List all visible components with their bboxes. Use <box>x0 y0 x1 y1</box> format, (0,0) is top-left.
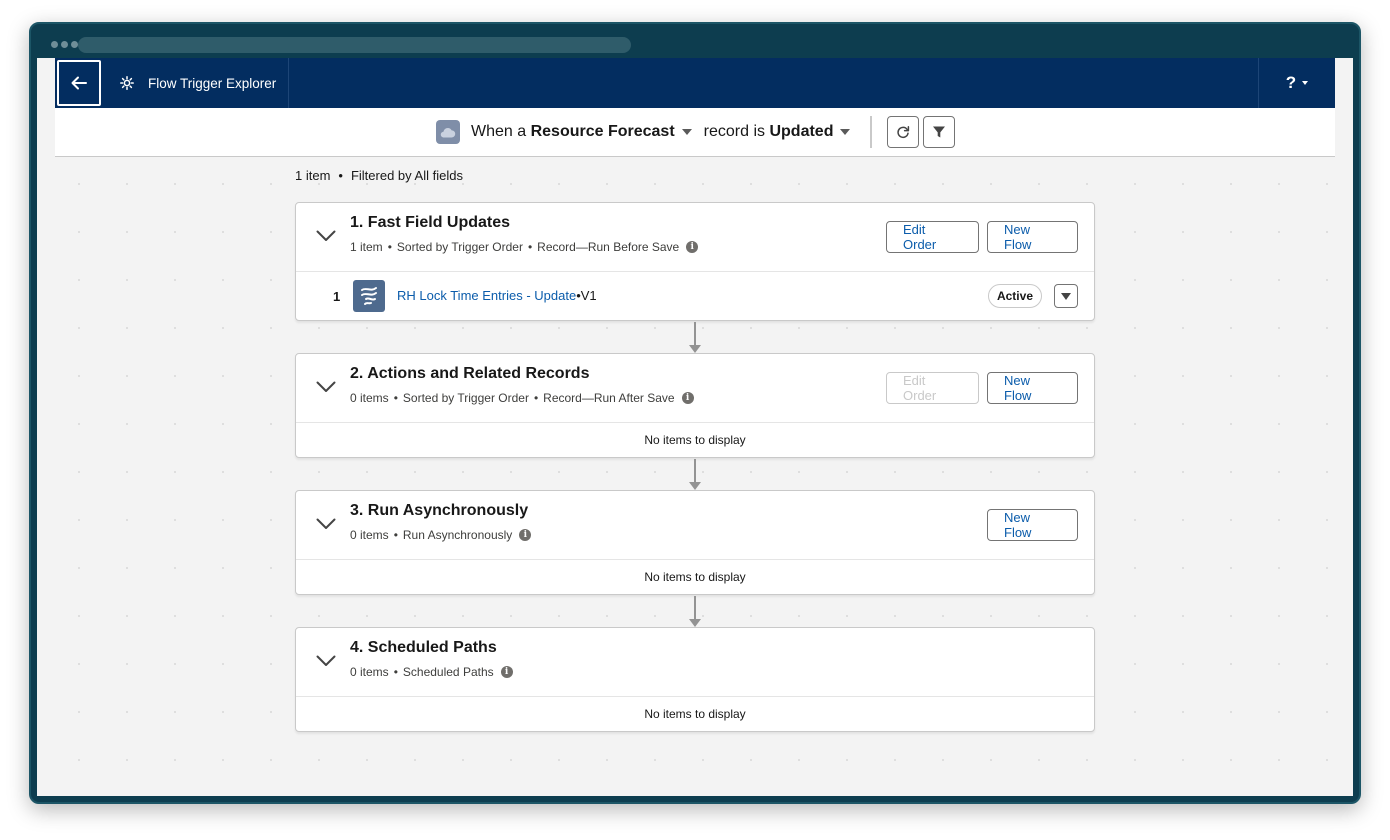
trigger-bar: When a Resource Forecast record is Updat… <box>55 108 1335 157</box>
info-icon[interactable]: i <box>519 529 532 541</box>
section-body: No items to display <box>296 559 1094 594</box>
trigger-prefix: When a <box>471 123 527 140</box>
empty-message: No items to display <box>644 433 746 447</box>
address-bar[interactable] <box>78 37 631 53</box>
section-fast-field-updates: 1. Fast Field Updates 1 item • Sorted by … <box>295 202 1095 321</box>
section-header: 4. Scheduled Paths 0 items • Scheduled Pa… <box>296 628 1094 696</box>
section-meta: 0 items • Scheduled Paths i <box>350 665 513 679</box>
section-body: No items to display <box>296 696 1094 731</box>
section-header: 3. Run Asynchronously 0 items • Run Async… <box>296 491 1094 559</box>
section-body: No items to display <box>296 422 1094 457</box>
event-dropdown-icon[interactable] <box>840 129 851 135</box>
new-flow-button[interactable]: New Flow <box>987 221 1078 253</box>
connector-line <box>694 596 696 620</box>
section-meta: 0 items • Run Asynchronously i <box>350 528 532 542</box>
connector-line <box>694 459 696 483</box>
section-title: 3. Run Asynchronously <box>350 502 529 519</box>
chevron-down-icon[interactable] <box>316 518 336 530</box>
toolbar-divider <box>870 116 872 148</box>
help-icon: ? <box>1285 73 1297 92</box>
app-screen: Flow Trigger Explorer ? When a Resource … <box>37 58 1353 796</box>
filter-status: Filtered by All fields <box>350 168 463 183</box>
section-meta: 1 item • Sorted by Trigger Order • Record—… <box>350 240 699 254</box>
cloud-icon <box>436 120 460 144</box>
results-summary: 1 item • Filtered by All fields <box>295 168 463 183</box>
flow-name: RH Lock Time Entries - Update•V1 <box>397 288 597 303</box>
flow-link[interactable]: RH Lock Time Entries - Update <box>397 288 576 303</box>
status-badge: Active <box>987 284 1042 308</box>
object-selector[interactable]: Resource Forecast <box>531 123 675 141</box>
caret-down-icon <box>1302 81 1309 85</box>
section-run-async: 3. Run Asynchronously 0 items • Run Async… <box>295 490 1095 595</box>
top-nav: Flow Trigger Explorer ? <box>55 58 1335 108</box>
row-index: 1 <box>333 289 341 304</box>
arrow-left-icon <box>71 76 87 90</box>
app-title-area: Flow Trigger Explorer <box>103 58 289 108</box>
info-icon[interactable]: i <box>500 666 513 678</box>
new-flow-button[interactable]: New Flow <box>987 509 1078 541</box>
refresh-icon <box>897 126 910 139</box>
section-header: 1. Fast Field Updates 1 item • Sorted by … <box>296 203 1094 271</box>
object-dropdown-icon[interactable] <box>681 129 692 135</box>
section-title: 2. Actions and Related Records <box>350 365 590 382</box>
info-icon[interactable]: i <box>686 241 699 253</box>
new-flow-button[interactable]: New Flow <box>987 372 1078 404</box>
chevron-down-icon[interactable] <box>316 230 336 242</box>
refresh-button[interactable] <box>887 116 919 148</box>
flow-icon <box>353 280 385 312</box>
section-title: 1. Fast Field Updates <box>350 214 511 231</box>
event-selector[interactable]: Updated <box>769 123 833 141</box>
app-title: Flow Trigger Explorer <box>148 75 277 91</box>
section-title: 4. Scheduled Paths <box>350 639 497 656</box>
section-actions-related: 2. Actions and Related Records 0 items • … <box>295 353 1095 458</box>
gear-icon <box>120 76 134 90</box>
filter-icon <box>933 126 945 138</box>
trigger-middle: record is <box>703 123 766 140</box>
browser-chrome <box>31 24 1359 60</box>
section-meta: 0 items • Sorted by Trigger Order • Record… <box>350 391 694 405</box>
connector-arrow-icon <box>689 345 701 353</box>
help-menu-button[interactable]: ? <box>1258 58 1335 108</box>
section-body: 1 RH Lock Time Entries - Update•V1 Activ… <box>296 271 1094 320</box>
back-button[interactable] <box>57 60 101 106</box>
flow-version: •V1 <box>576 288 597 303</box>
connector-arrow-icon <box>689 619 701 627</box>
section-header: 2. Actions and Related Records 0 items • … <box>296 354 1094 422</box>
trigger-description: When a Resource Forecast record is Updat… <box>471 123 862 141</box>
connector-line <box>694 322 696 346</box>
filter-button[interactable] <box>923 116 955 148</box>
empty-message: No items to display <box>644 570 746 584</box>
connector-arrow-icon <box>689 482 701 490</box>
empty-message: No items to display <box>644 707 746 721</box>
edit-order-button[interactable]: Edit Order <box>886 372 979 404</box>
chevron-down-icon[interactable] <box>316 381 336 393</box>
edit-order-button[interactable]: Edit Order <box>886 221 979 253</box>
caret-down-icon <box>1061 292 1071 300</box>
row-actions-button[interactable] <box>1054 284 1078 308</box>
flow-row: 1 RH Lock Time Entries - Update•V1 Activ… <box>296 272 1094 320</box>
window-dots <box>51 41 78 48</box>
info-icon[interactable]: i <box>681 392 694 404</box>
chevron-down-icon[interactable] <box>316 655 336 667</box>
section-scheduled-paths: 4. Scheduled Paths 0 items • Scheduled Pa… <box>295 627 1095 732</box>
item-count: 1 item <box>295 168 331 183</box>
